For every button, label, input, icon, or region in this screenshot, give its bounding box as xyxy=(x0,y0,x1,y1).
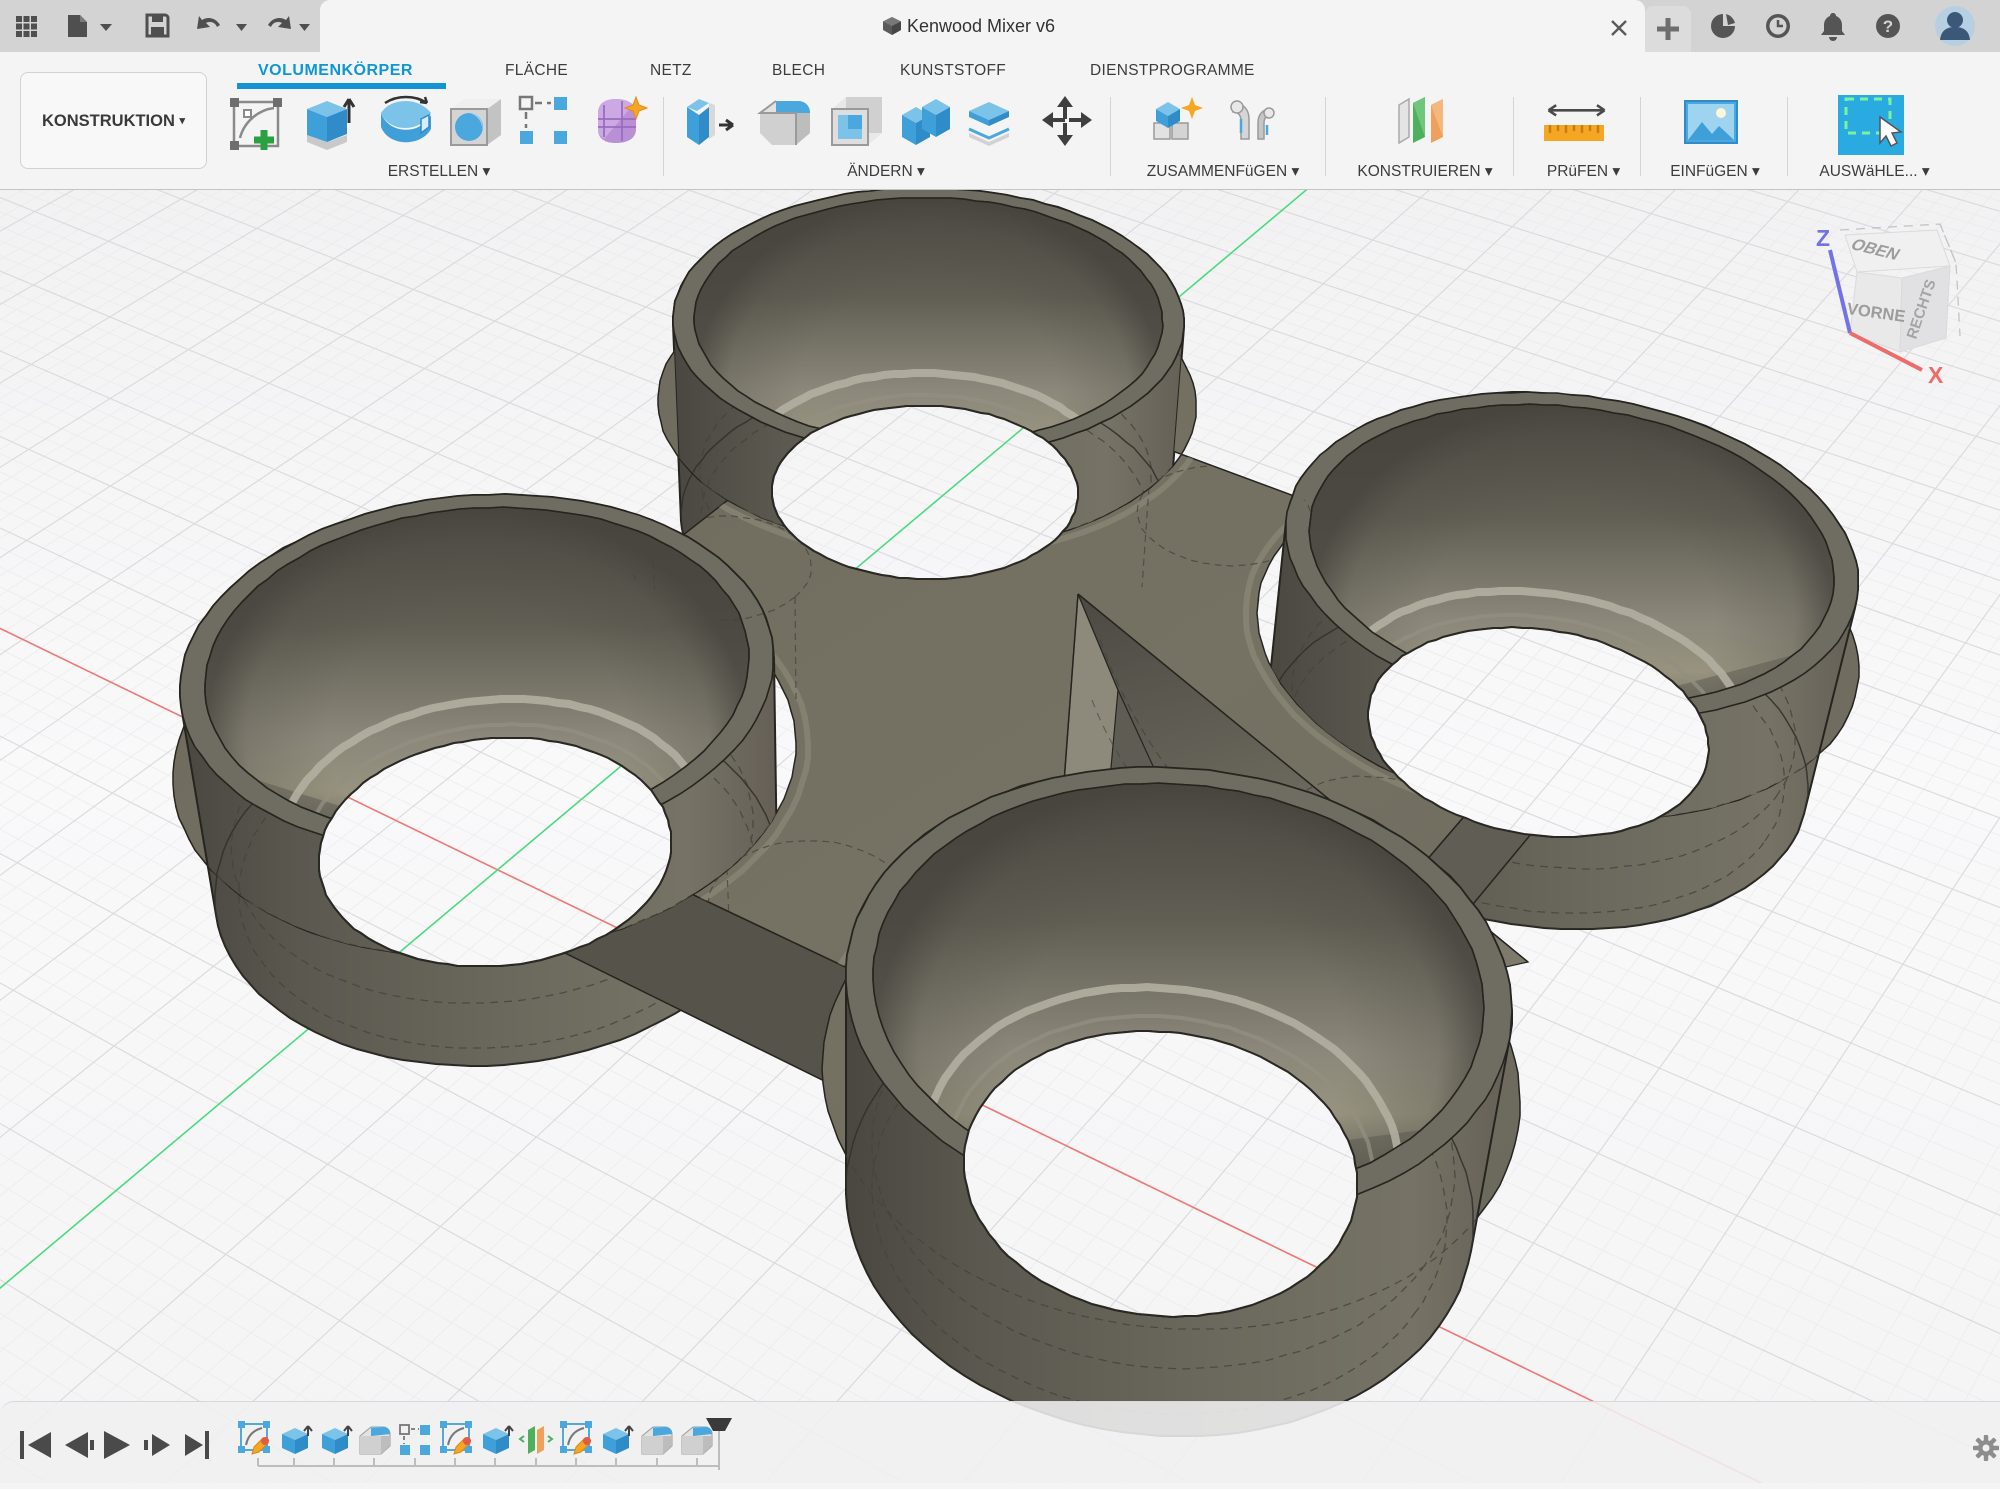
svg-text:?: ? xyxy=(1883,17,1893,36)
svg-text:Z: Z xyxy=(1816,225,1830,251)
svg-text:X: X xyxy=(1928,362,1944,388)
